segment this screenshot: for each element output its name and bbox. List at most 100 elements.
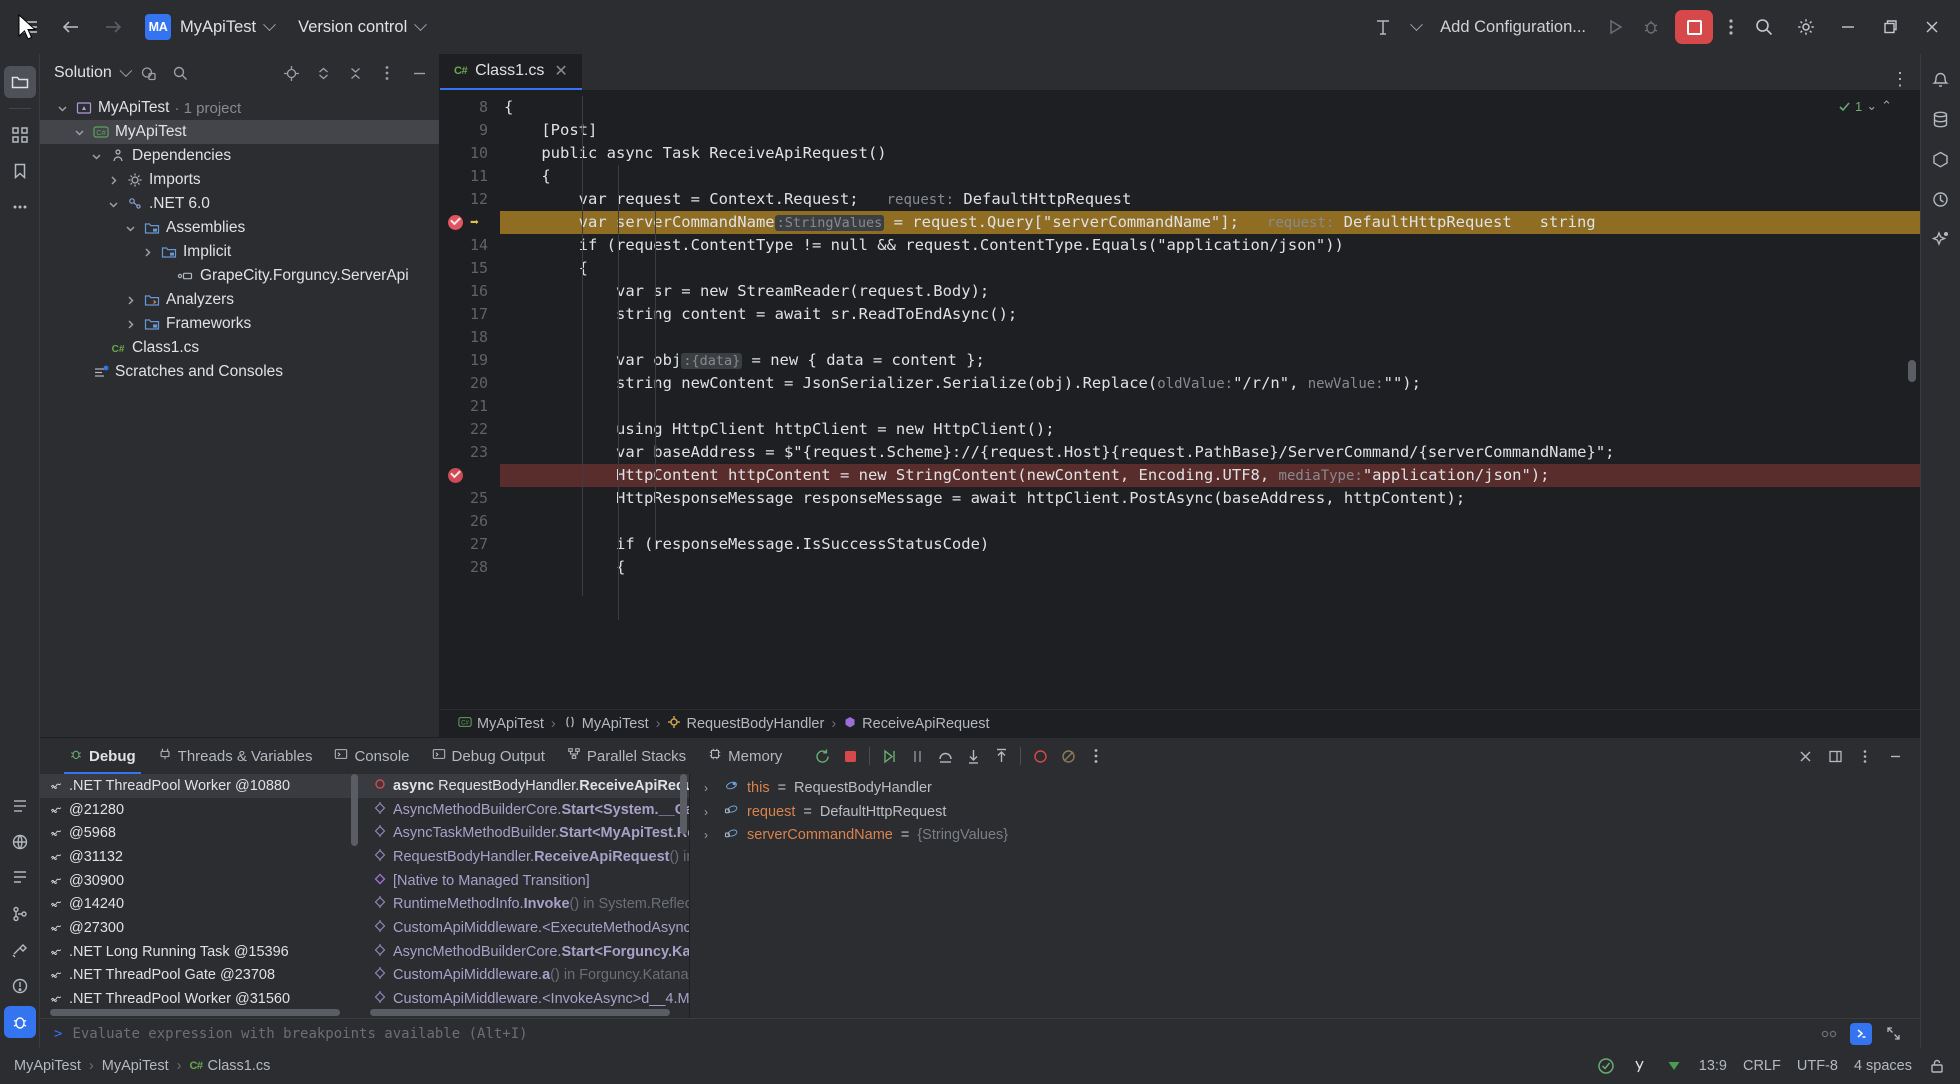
status-breadcrumb-item[interactable]: MyApiTest (14, 1058, 81, 1074)
thread-row[interactable]: @27300 (40, 916, 360, 940)
stack-frame-row[interactable]: AsyncMethodBuilderCore.Start<System.__Ca… (360, 798, 689, 822)
hide-icon[interactable] (407, 61, 431, 85)
breadcrumb-item[interactable]: C# MyApiTest (458, 715, 544, 733)
threads-scrollbar[interactable] (351, 774, 358, 846)
vcs-update-icon[interactable] (1665, 1057, 1683, 1075)
chevron-down-icon[interactable] (119, 63, 133, 77)
expand-icon[interactable] (1880, 1021, 1906, 1047)
status-breadcrumbs[interactable]: MyApiTest › MyApiTest › C# Class1.cs (14, 1058, 270, 1074)
solution-tree-item[interactable]: Implicit (40, 240, 439, 264)
debug-tab-threads-variables[interactable]: Threads & Variables (147, 738, 324, 774)
sidebar-item-debug[interactable] (3, 1006, 36, 1038)
sidebar-item-more[interactable] (4, 191, 36, 223)
code-line[interactable]: [Post] (500, 119, 1920, 142)
mute-breakpoints-icon[interactable] (1055, 743, 1081, 769)
gear-icon[interactable] (1786, 7, 1826, 47)
gutter-line-number[interactable]: 17 (440, 303, 500, 326)
breadcrumb-item[interactable]: RequestBodyHandler (667, 715, 824, 733)
view-breakpoints-icon[interactable] (1027, 743, 1053, 769)
gutter-line-number[interactable]: 21 (440, 395, 500, 418)
line-separator[interactable]: CRLF (1743, 1058, 1781, 1074)
stack-frame-row[interactable]: RequestBodyHandler.ReceiveApiRequest() i… (360, 845, 689, 869)
gutter-line-number[interactable]: 28 (440, 556, 500, 579)
project-selector[interactable]: MA MyApiTest (136, 9, 283, 45)
variable-row[interactable]: › this = RequestBodyHandler (690, 776, 1920, 800)
stack-frame-row[interactable]: AsyncTaskMethodBuilder.Start<MyApiTest.R… (360, 821, 689, 845)
code-line[interactable]: var serverCommandName:StringValues = req… (500, 211, 1920, 234)
breadcrumb-item[interactable]: MyApiTest (563, 715, 649, 733)
unlocked-icon[interactable] (1928, 1057, 1946, 1075)
chevron-right-icon[interactable] (122, 292, 138, 308)
chevron-right-icon[interactable]: › (704, 781, 716, 795)
chevron-down-icon[interactable] (1404, 8, 1428, 46)
more-vertical-icon[interactable] (1083, 743, 1109, 769)
solution-tree-item[interactable]: Assemblies (40, 216, 439, 240)
stack-frame-row[interactable]: RuntimeMethodInfo.Invoke() in System.Ref… (360, 892, 689, 916)
solution-tree[interactable]: MyApiTest · 1 project C# MyApiTest Dependenc… (40, 92, 439, 737)
chevron-right-icon[interactable] (105, 172, 121, 188)
code-line[interactable]: { (500, 257, 1920, 280)
breakpoint-icon[interactable] (448, 215, 463, 230)
code-line[interactable]: { (500, 556, 1920, 579)
sidebar-item-services[interactable] (4, 826, 36, 858)
stack-frame-row[interactable]: CustomApiMiddleware.<ExecuteMethodAsync (360, 916, 689, 940)
chevron-down-icon[interactable] (105, 196, 121, 212)
chevron-right-icon[interactable]: › (704, 828, 716, 842)
gutter-breakpoint-current[interactable]: ➡ (440, 211, 500, 234)
editor-breadcrumbs[interactable]: C# MyApiTest › MyApiTest › RequestBodyHandler… (440, 709, 1920, 737)
sidebar-item-project[interactable] (3, 66, 36, 98)
stack-frame-row[interactable]: AsyncMethodBuilderCore.Start<Forguncy.Ka… (360, 940, 689, 964)
sidebar-item-build[interactable] (4, 934, 36, 966)
solution-tree-item[interactable]: Analyzers (40, 288, 439, 312)
code-line[interactable]: if (responseMessage.IsSuccessStatusCode) (500, 533, 1920, 556)
step-out-icon[interactable] (988, 743, 1014, 769)
caret-position[interactable]: 13:9 (1699, 1058, 1727, 1074)
file-encoding[interactable]: UTF-8 (1797, 1058, 1838, 1074)
evaluate-bar[interactable]: > Evaluate expression with breakpoints a… (40, 1018, 1920, 1048)
code-line[interactable]: HttpContent httpContent = new StringCont… (500, 464, 1920, 487)
code-line[interactable] (500, 510, 1920, 533)
sidebar-item-terminal[interactable] (4, 862, 36, 894)
gutter-line-number[interactable]: 23 (440, 441, 500, 464)
sidebar-item-structure[interactable] (4, 119, 36, 151)
pause-icon[interactable] (904, 743, 930, 769)
debug-tab-debug[interactable]: Debug (58, 738, 147, 774)
chevron-down-icon[interactable] (54, 100, 70, 116)
history-icon[interactable] (1816, 1021, 1842, 1047)
breakpoint-icon[interactable] (448, 468, 463, 483)
frames-list[interactable]: async RequestBodyHandler.ReceiveApiReque… (360, 774, 690, 1018)
debug-icon[interactable] (1634, 10, 1668, 44)
gutter-line-number[interactable]: 9 (440, 119, 500, 142)
indent-setting[interactable]: 4 spaces (1854, 1058, 1912, 1074)
close-icon[interactable] (1912, 7, 1952, 47)
thread-row[interactable]: .NET Long Running Task @15396 (40, 940, 360, 964)
maximize-icon[interactable] (1870, 7, 1910, 47)
step-over-icon[interactable] (932, 743, 958, 769)
gutter-line-number[interactable]: 18 (440, 326, 500, 349)
evaluate-icon[interactable] (1850, 1022, 1872, 1045)
minimize-icon[interactable] (1882, 743, 1908, 769)
thread-row[interactable]: .NET ThreadPool Gate @23708 (40, 964, 360, 988)
locate-file-icon[interactable] (137, 61, 161, 85)
solution-tree-item[interactable]: Imports (40, 168, 439, 192)
gutter-line-number[interactable]: 10 (440, 142, 500, 165)
run-icon[interactable] (1598, 10, 1632, 44)
step-into-icon[interactable] (960, 743, 986, 769)
close-icon[interactable] (1792, 743, 1818, 769)
thread-row[interactable]: @30900 (40, 869, 360, 893)
variables-list[interactable]: › this = RequestBodyHandler › request = Default… (690, 774, 1920, 1018)
code-line[interactable]: HttpResponseMessage responseMessage = aw… (500, 487, 1920, 510)
editor-gutter[interactable]: 8 9 10 11 12 ➡ 14 15 16 17 18 19 20 21 22 23 25 26 27 28 (440, 90, 500, 709)
stack-frame-row[interactable]: CustomApiMiddleware.<InvokeAsync>d__4.Mo… (360, 987, 689, 1011)
rerun-icon[interactable] (809, 743, 835, 769)
solution-tree-item[interactable]: GrapeCity.Forguncy.ServerApi (40, 264, 439, 288)
minimize-icon[interactable] (1828, 7, 1868, 47)
chevron-down-icon[interactable] (88, 148, 104, 164)
collapse-all-icon[interactable] (343, 61, 367, 85)
gutter-line-number[interactable]: 8 (440, 96, 500, 119)
stack-frame-row[interactable]: async RequestBodyHandler.ReceiveApiReque… (360, 774, 689, 798)
solution-tree-item[interactable]: MyApiTest · 1 project (40, 96, 439, 120)
code-line[interactable] (500, 395, 1920, 418)
inspection-ok-icon[interactable] (1597, 1057, 1615, 1075)
gutter-line-number[interactable]: 15 (440, 257, 500, 280)
